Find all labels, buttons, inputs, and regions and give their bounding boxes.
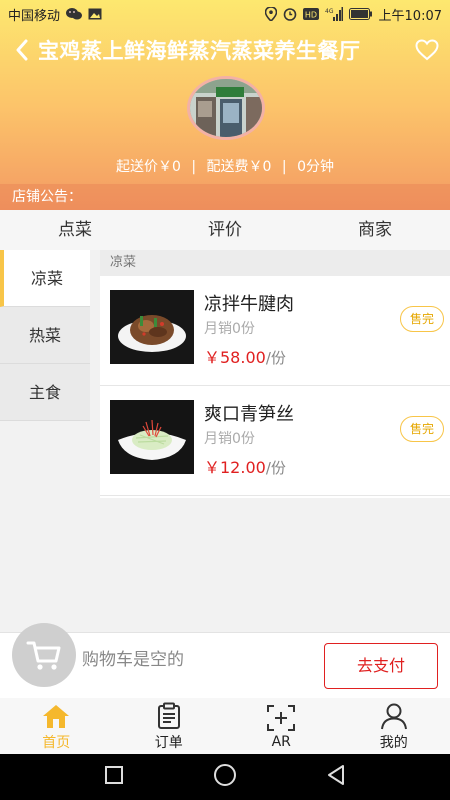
location-icon	[264, 7, 277, 21]
nav-home-label: 首页	[42, 734, 71, 751]
nav-profile-label: 我的	[379, 734, 408, 751]
home-circle-icon[interactable]	[213, 763, 237, 791]
shop-tabs: 点菜 评价 商家	[0, 210, 450, 250]
tab-merchant[interactable]: 商家	[300, 210, 450, 250]
nav-ar-label: AR	[271, 733, 291, 750]
dish-price: ￥58.00/份	[204, 344, 286, 368]
info-separator: |	[281, 159, 287, 175]
dish-price: ￥12.00/份	[204, 454, 286, 478]
shop-title: 宝鸡蒸上鲜海鲜蒸汽蒸菜养生餐厅	[38, 39, 361, 63]
title-row: 宝鸡蒸上鲜海鲜蒸汽蒸菜养生餐厅	[0, 32, 450, 68]
bottom-nav: 首页 订单 AR 我的	[0, 698, 450, 754]
cart-bar: 购物车是空的 去支付	[0, 623, 450, 698]
nav-home[interactable]: 首页	[0, 698, 113, 754]
dish-name: 凉拌牛腱肉	[204, 294, 294, 315]
delivery-fee: 配送费￥0	[206, 159, 272, 175]
nav-orders-label: 订单	[154, 734, 183, 751]
status-bar: 中国移动 HD 4G 上午10:07	[0, 0, 450, 28]
recent-apps-icon[interactable]	[104, 765, 124, 789]
price-unit: /份	[265, 349, 286, 367]
dish-item[interactable]: 爽口青笋丝 月销0份 ￥12.00/份 售完	[100, 386, 450, 496]
heart-icon	[415, 39, 439, 61]
dish-image	[110, 290, 194, 364]
shop-info: 起送价￥0 | 配送费￥0 | 0分钟	[0, 156, 450, 176]
cart-empty-text: 购物车是空的	[82, 650, 184, 670]
system-nav-bar	[0, 754, 450, 800]
alarm-icon	[283, 7, 297, 21]
dish-sales: 月销0份	[204, 431, 255, 447]
hd-icon: HD	[302, 8, 319, 20]
sold-out-badge: 售完	[400, 416, 444, 442]
svg-text:4G: 4G	[325, 8, 334, 15]
clipboard-icon	[157, 701, 181, 731]
min-order: 起送价￥0	[115, 159, 181, 175]
section-title: 凉菜	[100, 250, 450, 276]
category-staple-food[interactable]: 主食	[0, 364, 90, 421]
tab-order[interactable]: 点菜	[0, 210, 150, 250]
chevron-left-icon	[16, 39, 28, 61]
category-list: 凉菜 热菜 主食	[0, 250, 90, 421]
svg-text:HD: HD	[304, 11, 316, 20]
dish-name: 爽口青笋丝	[204, 404, 294, 425]
sold-out-badge: 售完	[400, 306, 444, 332]
nav-orders[interactable]: 订单	[113, 698, 226, 754]
carrier-label: 中国移动	[8, 8, 61, 24]
dish-image	[110, 400, 194, 474]
price-value: ￥58.00	[204, 348, 266, 367]
nav-profile[interactable]: 我的	[338, 698, 450, 754]
info-separator: |	[191, 159, 197, 175]
home-icon	[41, 701, 71, 731]
price-value: ￥12.00	[204, 458, 266, 477]
category-cold-dishes[interactable]: 凉菜	[0, 250, 90, 307]
battery-icon	[348, 8, 373, 20]
pay-button[interactable]: 去支付	[324, 643, 438, 689]
delivery-time: 0分钟	[297, 159, 334, 175]
dish-sales: 月销0份	[204, 321, 255, 337]
wechat-icon	[66, 7, 83, 21]
shopping-cart-icon	[26, 641, 61, 670]
price-unit: /份	[265, 459, 286, 477]
category-hot-dishes[interactable]: 热菜	[0, 307, 90, 364]
shop-notice: 店铺公告：	[0, 184, 450, 210]
person-icon	[380, 701, 408, 731]
tab-reviews[interactable]: 评价	[150, 210, 300, 250]
scan-add-icon	[266, 703, 296, 733]
cart-button[interactable]	[12, 623, 76, 687]
menu-panel: 凉菜 凉拌牛腱肉 月销0份 ￥58.00/份 售完 爽口青笋丝 月销0份 ￥12…	[100, 250, 450, 498]
shop-logo	[187, 76, 265, 140]
nav-ar[interactable]: AR	[225, 698, 338, 754]
favorite-button[interactable]	[410, 32, 444, 68]
dish-item[interactable]: 凉拌牛腱肉 月销0份 ￥58.00/份 售完	[100, 276, 450, 386]
back-button[interactable]	[6, 32, 38, 68]
clock: 上午10:07	[378, 8, 442, 24]
signal-icon: 4G	[325, 7, 343, 21]
back-triangle-icon[interactable]	[326, 764, 346, 790]
image-icon	[88, 8, 102, 20]
